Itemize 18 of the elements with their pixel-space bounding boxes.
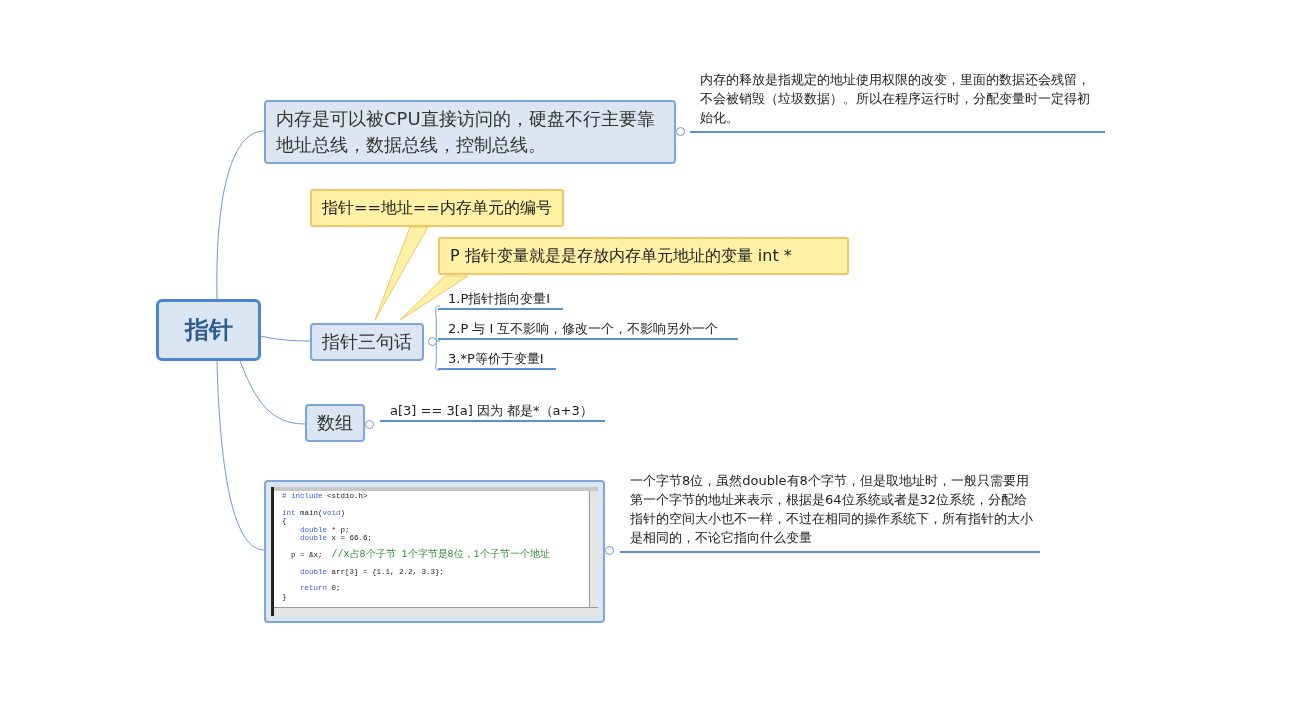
topic-node[interactable]: 数组: [305, 404, 365, 442]
note-text: 内存的释放是指规定的地址使用权限的改变，里面的数据还会残留，不会被销毁（垃圾数据）。所以在程序运行时，分配变量时一定得初始化。: [690, 70, 1105, 133]
scrollbar[interactable]: [274, 607, 598, 616]
note-text: 一个字节8位，虽然double有8个字节，但是取地址时，一般只需要用第一个字节的地址来表示，根据是64位系统或者是32位系统，分配给指针的空间大小也不一样，不过在相同的操作系统下，所有指针的大小是相同的，不论它指向什么变量: [620, 471, 1040, 553]
collapse-toggle[interactable]: [676, 127, 685, 136]
scrollbar[interactable]: [589, 491, 598, 607]
collapse-toggle[interactable]: [428, 337, 437, 346]
callout[interactable]: 指针==地址==内存单元的编号: [310, 189, 564, 227]
subtopic[interactable]: 2.P 与 I 互不影响，修改一个，不影响另外一个: [438, 320, 738, 340]
connector-line: [259, 335, 311, 342]
collapse-toggle[interactable]: [605, 546, 614, 555]
subtopic[interactable]: 1.P指针指向变量I: [438, 290, 563, 310]
topic-node[interactable]: 内存是可以被CPU直接访问的，硬盘不行主要靠地址总线，数据总线，控制总线。: [264, 100, 676, 164]
topic-node[interactable]: 指针三句话: [310, 323, 424, 361]
root-topic[interactable]: 指针: [156, 299, 261, 361]
subtopic[interactable]: a[3] == 3[a] 因为 都是*（a+3）: [380, 402, 605, 422]
subtopic[interactable]: 3.*P等价于变量I: [438, 350, 556, 370]
collapse-toggle[interactable]: [365, 420, 374, 429]
